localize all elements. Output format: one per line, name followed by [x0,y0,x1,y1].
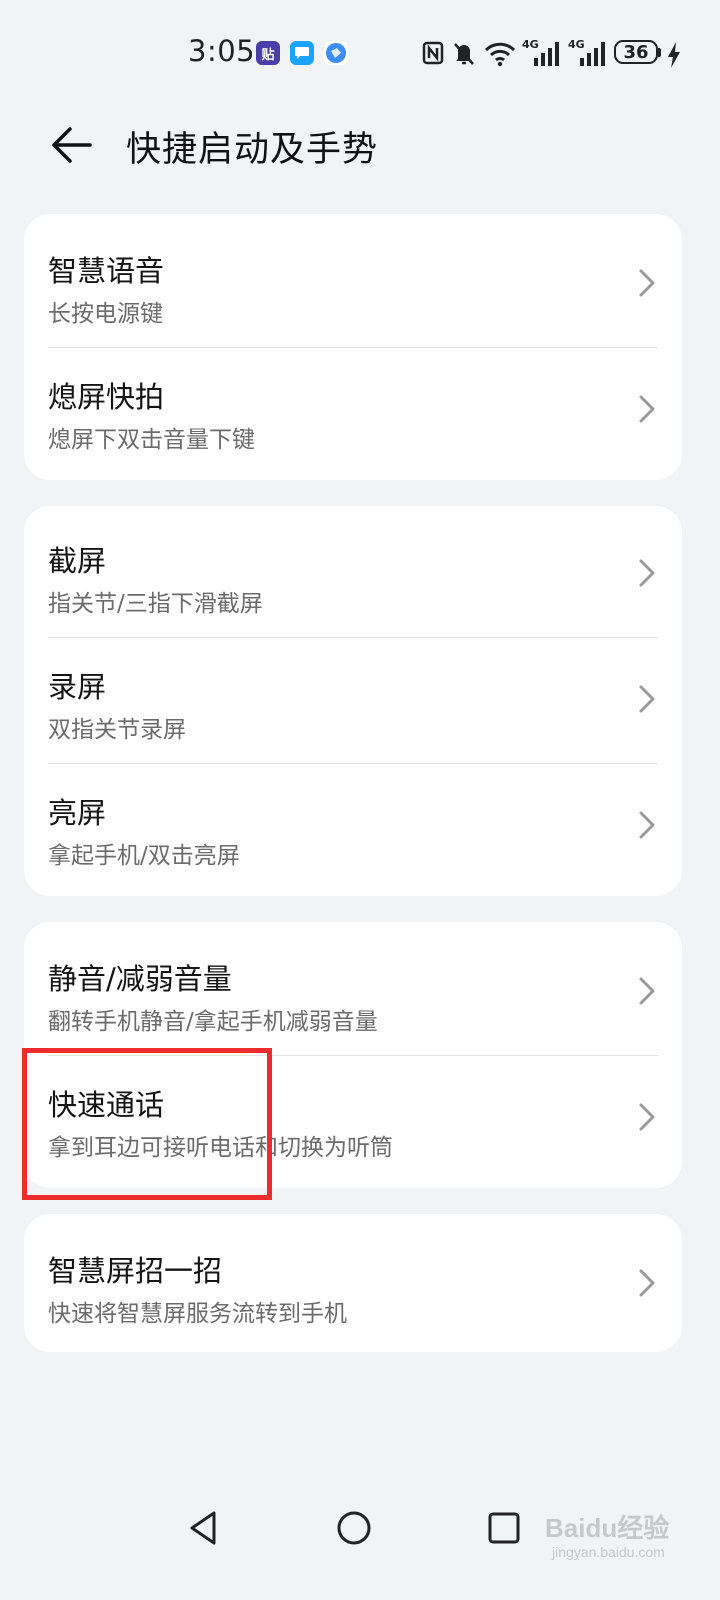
status-bar: 3:05 贴 4G 4G 36 [0,0,720,106]
settings-group-1: 智慧语音 长按电源键 熄屏快拍 熄屏下双击音量下键 [24,214,682,480]
mute-bell-icon [454,43,474,65]
browser-icon [324,41,348,65]
chevron-right-icon [639,559,655,587]
page-title: 快捷启动及手势 [126,130,379,170]
setting-screen-off-snap[interactable]: 熄屏快拍 熄屏下双击音量下键 [24,344,682,470]
chevron-right-icon [639,269,655,297]
chevron-right-icon [639,811,655,839]
chevron-right-icon [639,1103,655,1131]
setting-mute-reduce-volume[interactable]: 静音/减弱音量 翻转手机静音/拿起手机减弱音量 [24,926,682,1052]
watermark-url: jingyan.baidu.com [552,1544,665,1560]
square-recents-icon[interactable] [484,1508,524,1548]
setting-subtitle: 快速将智慧屏服务流转到手机 [48,1301,347,1327]
chevron-right-icon [639,1269,655,1297]
settings-group-4: 智慧屏招一招 快速将智慧屏服务流转到手机 [24,1214,682,1352]
watermark-logo: Baidu经验 [545,1513,670,1543]
setting-subtitle: 长按电源键 [48,301,163,327]
setting-screenshot[interactable]: 截屏 指关节/三指下滑截屏 [24,508,682,634]
setting-smart-voice[interactable]: 智慧语音 长按电源键 [24,218,682,344]
setting-subtitle: 翻转手机静音/拿起手机减弱音量 [48,1009,378,1035]
signal-1-icon: 4G [522,38,562,68]
chevron-right-icon [639,685,655,713]
setting-title: 截屏 [48,544,107,578]
setting-subtitle: 拿起手机/双击亮屏 [48,843,240,869]
highlight-box [22,1048,272,1200]
tieba-icon: 贴 [256,41,280,65]
setting-title: 静音/减弱音量 [48,962,232,996]
setting-subtitle: 熄屏下双击音量下键 [48,427,255,453]
message-icon [290,41,314,65]
chevron-right-icon [639,977,655,1005]
setting-screen-record[interactable]: 录屏 双指关节录屏 [24,634,682,760]
wifi-icon [484,42,516,67]
nfc-icon [422,41,444,65]
back-button[interactable] [46,122,96,168]
signal-2-icon: 4G [568,38,608,68]
setting-subtitle: 双指关节录屏 [48,717,186,743]
battery-cap [658,48,661,57]
circle-home-icon[interactable] [334,1508,374,1548]
setting-title: 智慧屏招一招 [48,1254,223,1288]
charging-icon [668,42,680,68]
setting-title: 智慧语音 [48,254,165,288]
status-time: 3:05 [188,34,256,68]
setting-smart-screen-gesture[interactable]: 智慧屏招一招 快速将智慧屏服务流转到手机 [24,1218,682,1344]
settings-group-2: 截屏 指关节/三指下滑截屏 录屏 双指关节录屏 亮屏 拿起手机/双击亮屏 [24,506,682,896]
setting-wake-screen[interactable]: 亮屏 拿起手机/双击亮屏 [24,760,682,886]
battery-icon: 36 [614,40,658,64]
setting-title: 录屏 [48,670,107,704]
chevron-right-icon [639,395,655,423]
setting-title: 亮屏 [48,796,107,830]
setting-subtitle: 指关节/三指下滑截屏 [48,591,263,617]
triangle-back-icon[interactable] [184,1508,224,1548]
arrow-left-icon [52,127,92,163]
setting-title: 熄屏快拍 [48,380,165,414]
